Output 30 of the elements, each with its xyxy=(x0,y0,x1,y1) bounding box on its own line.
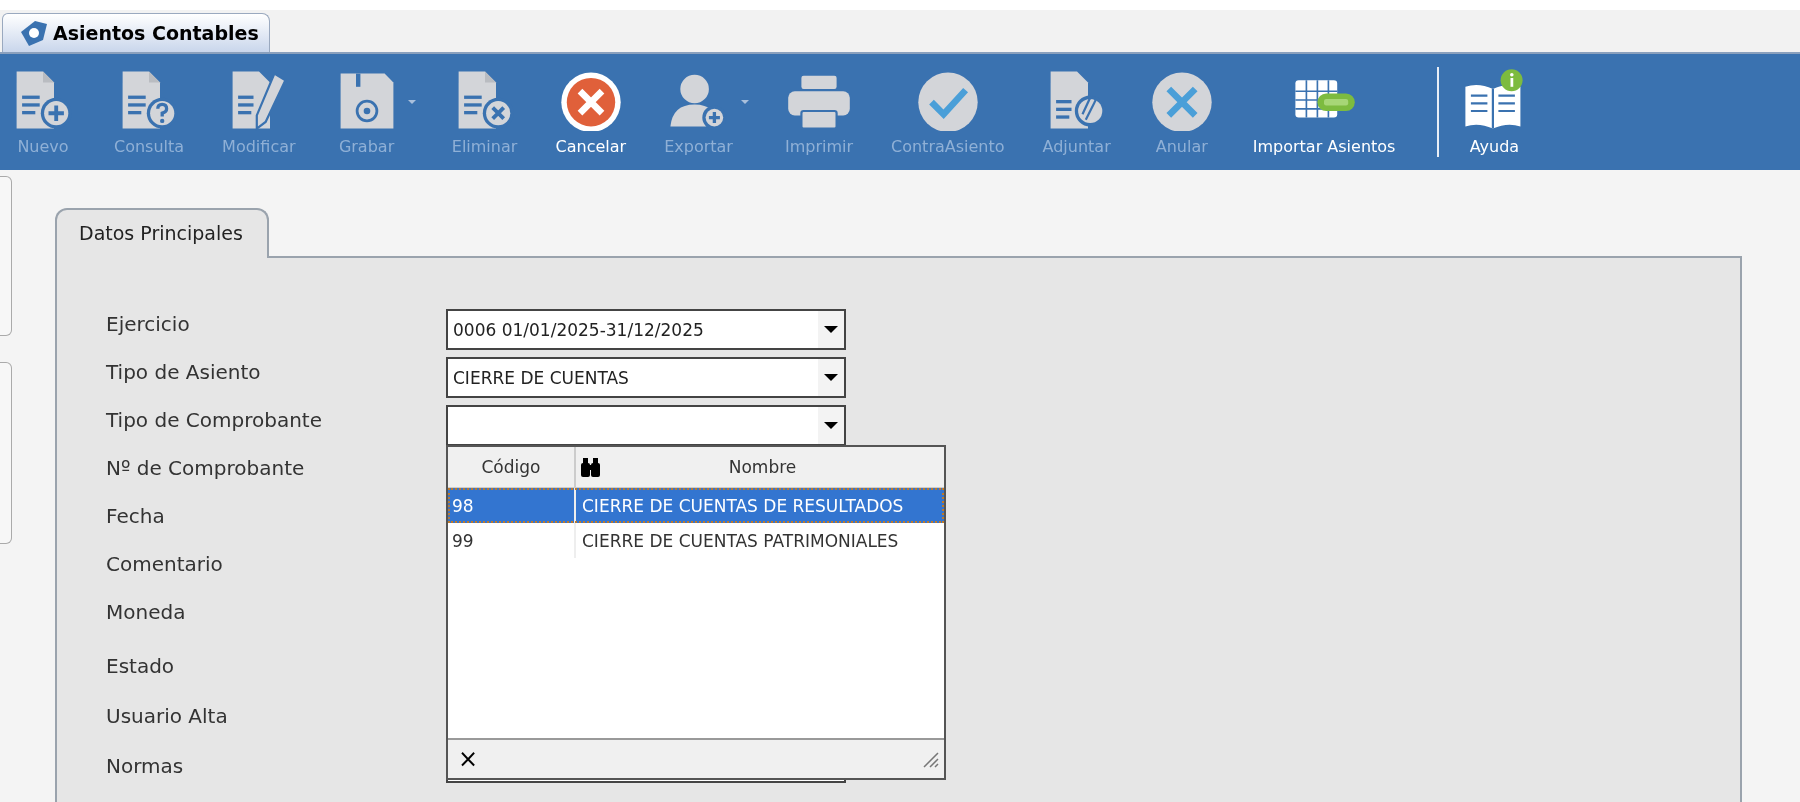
toolbar-button[interactable]: Cancelar xyxy=(553,64,629,160)
dropdown-arrow-icon xyxy=(824,326,838,333)
column-header[interactable]: Nombre xyxy=(576,447,944,487)
form-tab[interactable]: Datos Principales xyxy=(55,208,269,258)
dropdown-arrow-icon xyxy=(824,374,838,381)
list-row[interactable]: 99 CIERRE DE CUENTAS PATRIMONIALES xyxy=(448,523,944,558)
field-label: Nº de Comprobante xyxy=(106,455,306,482)
dropdown-field[interactable]: CIERRE DE CUENTAS xyxy=(446,357,846,398)
field-label: Fecha xyxy=(106,503,166,530)
toolbar-button[interactable]: Ayuda xyxy=(1459,64,1530,160)
dropdown-field[interactable]: 0006 01/01/2025-31/12/2025 xyxy=(446,309,846,350)
table-cell-text: CIERRE DE CUENTAS DE RESULTADOS xyxy=(581,495,904,516)
field-label: Moneda xyxy=(106,599,187,626)
dropdown-arrow-icon xyxy=(824,422,838,429)
field-label: Normas xyxy=(106,753,185,780)
toolbar-button[interactable]: Importar Asientos xyxy=(1250,64,1398,160)
close-button[interactable]: × xyxy=(454,745,483,773)
table-cell-text: CIERRE DE CUENTAS PATRIMONIALES xyxy=(581,530,899,551)
dropdown-field[interactable] xyxy=(446,405,846,446)
field-label: Tipo de Asiento xyxy=(106,359,262,386)
binoculars-icon xyxy=(580,456,601,478)
list-row[interactable]: 98 CIERRE DE CUENTAS DE RESULTADOS xyxy=(448,488,944,523)
field-label: Usuario Alta xyxy=(106,703,229,730)
table-cell: 98 xyxy=(448,488,576,523)
table-cell: 99 xyxy=(448,523,576,558)
field-label: Comentario xyxy=(106,551,224,578)
field-label: Ejercicio xyxy=(106,311,191,338)
field-label: Estado xyxy=(106,653,176,680)
field-label: Tipo de Comprobante xyxy=(106,407,323,434)
window-tab[interactable]: Asientos Contables xyxy=(2,13,270,52)
